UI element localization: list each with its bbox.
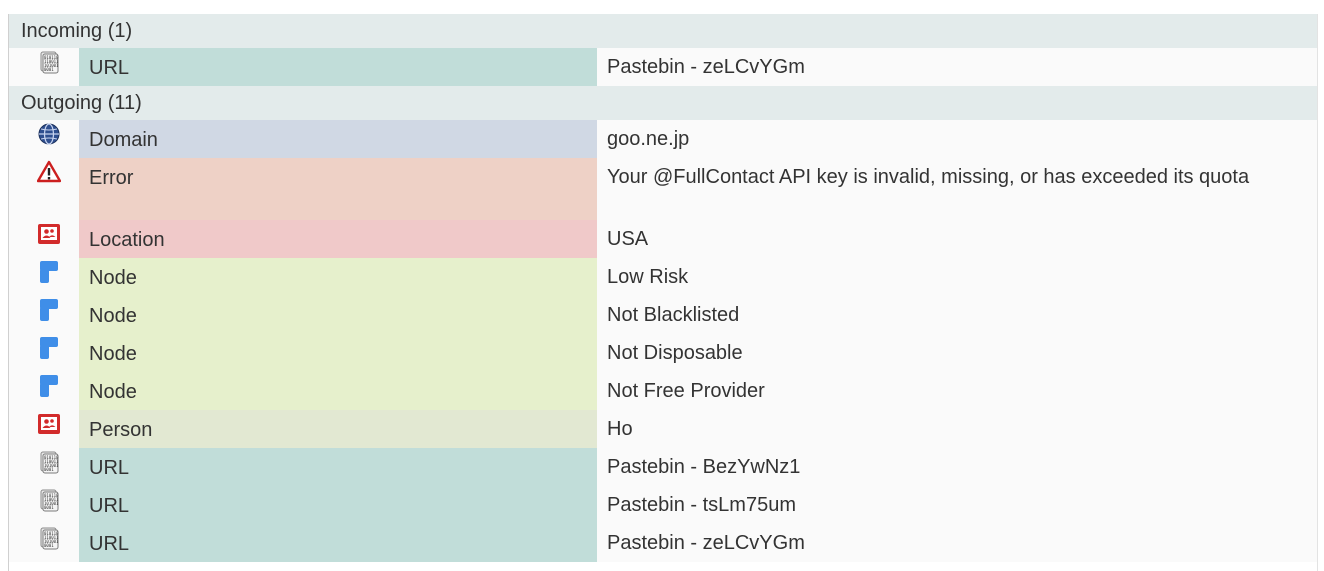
entity-type: Error [79,158,597,220]
outgoing-rows: Domain goo.ne.jp Error Your @FullContact AP… [9,120,1317,562]
node-icon [37,260,61,284]
entity-type: URL [79,448,597,486]
entity-value[interactable]: USA [597,220,1287,258]
relationship-row[interactable]: Domain goo.ne.jp [9,120,1317,158]
relationship-row[interactable]: Person Ho [9,410,1317,448]
icon-cell: 010110 110011 101001 0001 [9,48,79,86]
icon-cell [9,120,79,158]
entity-type: URL [79,524,597,562]
relationship-row[interactable]: Location USA [9,220,1317,258]
relationship-row[interactable]: 010110 110011 101001 0001 URL Pastebin - BezY… [9,448,1317,486]
binary-document-icon: 010110 110011 101001 0001 [37,450,61,474]
node-icon [37,298,61,322]
icon-cell [9,158,79,220]
relationship-row[interactable]: Error Your @FullContact API key is invali… [9,158,1317,220]
icon-cell [9,410,79,448]
binary-document-icon: 010110 110011 101001 0001 [37,50,61,74]
relationship-row[interactable]: 010110 110011 101001 0001 URL Pastebin - zeLC… [9,524,1317,562]
entity-value[interactable]: goo.ne.jp [597,120,1287,158]
relationship-row[interactable]: Node Low Risk [9,258,1317,296]
outgoing-section-header[interactable]: Outgoing (11) [9,86,1317,120]
entity-value[interactable]: Your @FullContact API key is invalid, mi… [597,158,1287,220]
entity-value[interactable]: Not Free Provider [597,372,1287,410]
icon-cell: 010110 110011 101001 0001 [9,524,79,562]
relationship-table: Incoming (1) 010110 110011 101001 0001 URL Pa… [8,14,1318,571]
entity-type: URL [79,486,597,524]
entity-type: Node [79,372,597,410]
svg-text:0001: 0001 [44,505,54,510]
entity-type: Person [79,410,597,448]
incoming-rows: 010110 110011 101001 0001 URL Pastebin - zeLC… [9,48,1317,86]
icon-cell [9,372,79,410]
entity-value[interactable]: Not Disposable [597,334,1287,372]
entity-type: Location [79,220,597,258]
svg-text:0001: 0001 [44,543,54,548]
person-card-icon [37,412,61,436]
entity-type: Node [79,334,597,372]
person-card-icon [37,222,61,246]
node-icon [37,336,61,360]
entity-type: URL [79,48,597,86]
icon-cell: 010110 110011 101001 0001 [9,448,79,486]
icon-cell [9,296,79,334]
relationship-row[interactable]: 010110 110011 101001 0001 URL Pastebin - zeLC… [9,48,1317,86]
icon-cell: 010110 110011 101001 0001 [9,486,79,524]
entity-value[interactable]: Ho [597,410,1287,448]
relationship-panel: Incoming (1) 010110 110011 101001 0001 URL Pa… [0,0,1324,571]
svg-text:0001: 0001 [44,467,54,472]
node-icon [37,374,61,398]
binary-document-icon: 010110 110011 101001 0001 [37,526,61,550]
entity-type: Node [79,296,597,334]
entity-value[interactable]: Pastebin - tsLm75um [597,486,1287,524]
relationship-row[interactable]: Node Not Blacklisted [9,296,1317,334]
entity-value[interactable]: Pastebin - zeLCvYGm [597,524,1287,562]
icon-cell [9,258,79,296]
relationship-row[interactable]: Node Not Disposable [9,334,1317,372]
icon-cell [9,220,79,258]
entity-value[interactable]: Pastebin - BezYwNz1 [597,448,1287,486]
warning-icon [37,160,61,184]
globe-icon [37,122,61,146]
entity-value[interactable]: Low Risk [597,258,1287,296]
entity-value[interactable]: Not Blacklisted [597,296,1287,334]
icon-cell [9,334,79,372]
entity-type: Domain [79,120,597,158]
entity-type: Node [79,258,597,296]
entity-value[interactable]: Pastebin - zeLCvYGm [597,48,1287,86]
incoming-section-header[interactable]: Incoming (1) [9,14,1317,48]
relationship-row[interactable]: Node Not Free Provider [9,372,1317,410]
binary-document-icon: 010110 110011 101001 0001 [37,488,61,512]
svg-text:0001: 0001 [44,67,54,72]
relationship-row[interactable]: 010110 110011 101001 0001 URL Pastebin - tsLm… [9,486,1317,524]
